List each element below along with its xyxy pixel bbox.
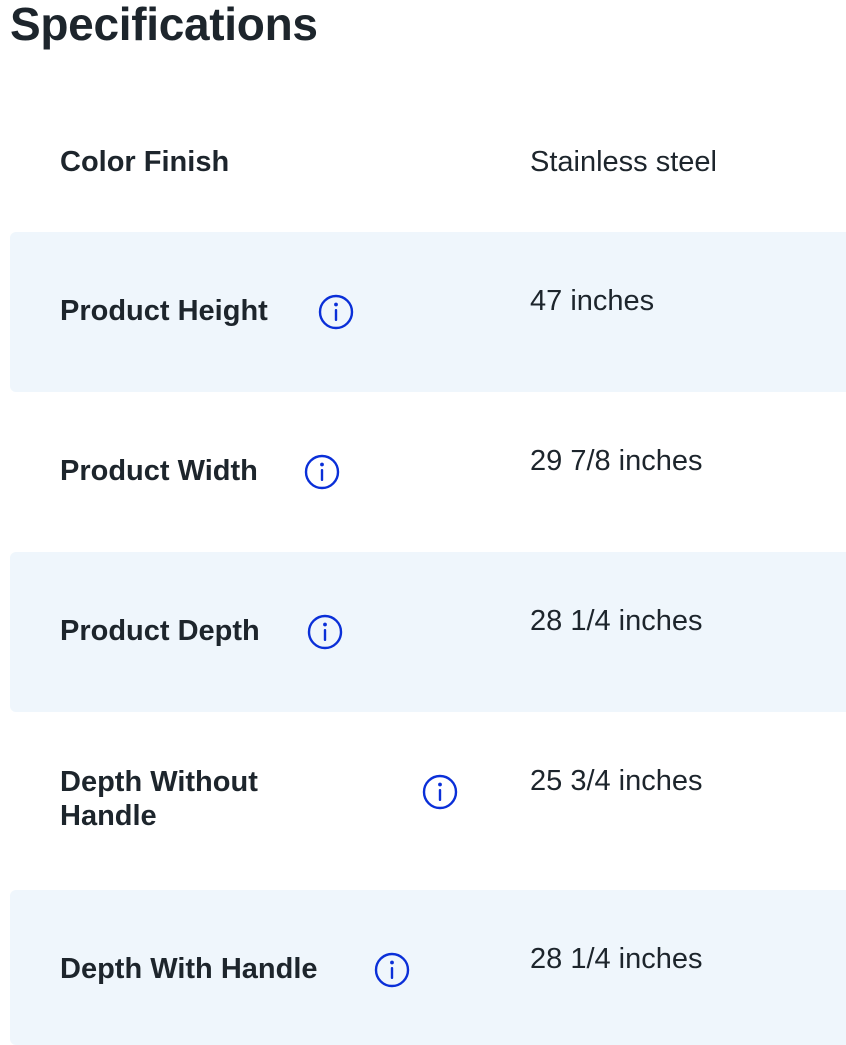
spec-row-product-width: Product Width 29 7/8 inches (10, 392, 846, 552)
spec-row-color-finish: Color Finish Stainless steel (10, 72, 846, 232)
spec-value: 29 7/8 inches (530, 445, 703, 477)
spec-name: Color Finish (60, 146, 230, 178)
info-icon[interactable] (374, 952, 410, 988)
info-icon[interactable] (307, 614, 343, 650)
spec-row-depth-without-handle: Depth Without Handle 25 3/4 inches (10, 712, 846, 890)
spec-value: 47 inches (530, 285, 655, 317)
spec-name: Product Height (60, 295, 268, 327)
info-icon[interactable] (422, 774, 458, 810)
page-title: Specifications (10, 0, 318, 50)
spec-value: 28 1/4 inches (530, 943, 703, 975)
spec-row-product-depth: Product Depth 28 1/4 inches (10, 552, 846, 712)
info-icon[interactable] (318, 294, 354, 330)
spec-value: Stainless steel (530, 146, 717, 178)
spec-name: Product Depth (60, 615, 260, 647)
spec-value: 28 1/4 inches (530, 605, 703, 637)
spec-row-depth-with-handle: Depth With Handle 28 1/4 inches (10, 890, 846, 1045)
spec-name: Product Width (60, 455, 258, 487)
spec-row-product-height: Product Height 47 inches (10, 232, 846, 392)
info-icon[interactable] (304, 454, 340, 490)
spec-value: 25 3/4 inches (530, 765, 703, 797)
spec-name: Depth With Handle (60, 953, 318, 985)
spec-name: Depth Without Handle (60, 766, 258, 832)
